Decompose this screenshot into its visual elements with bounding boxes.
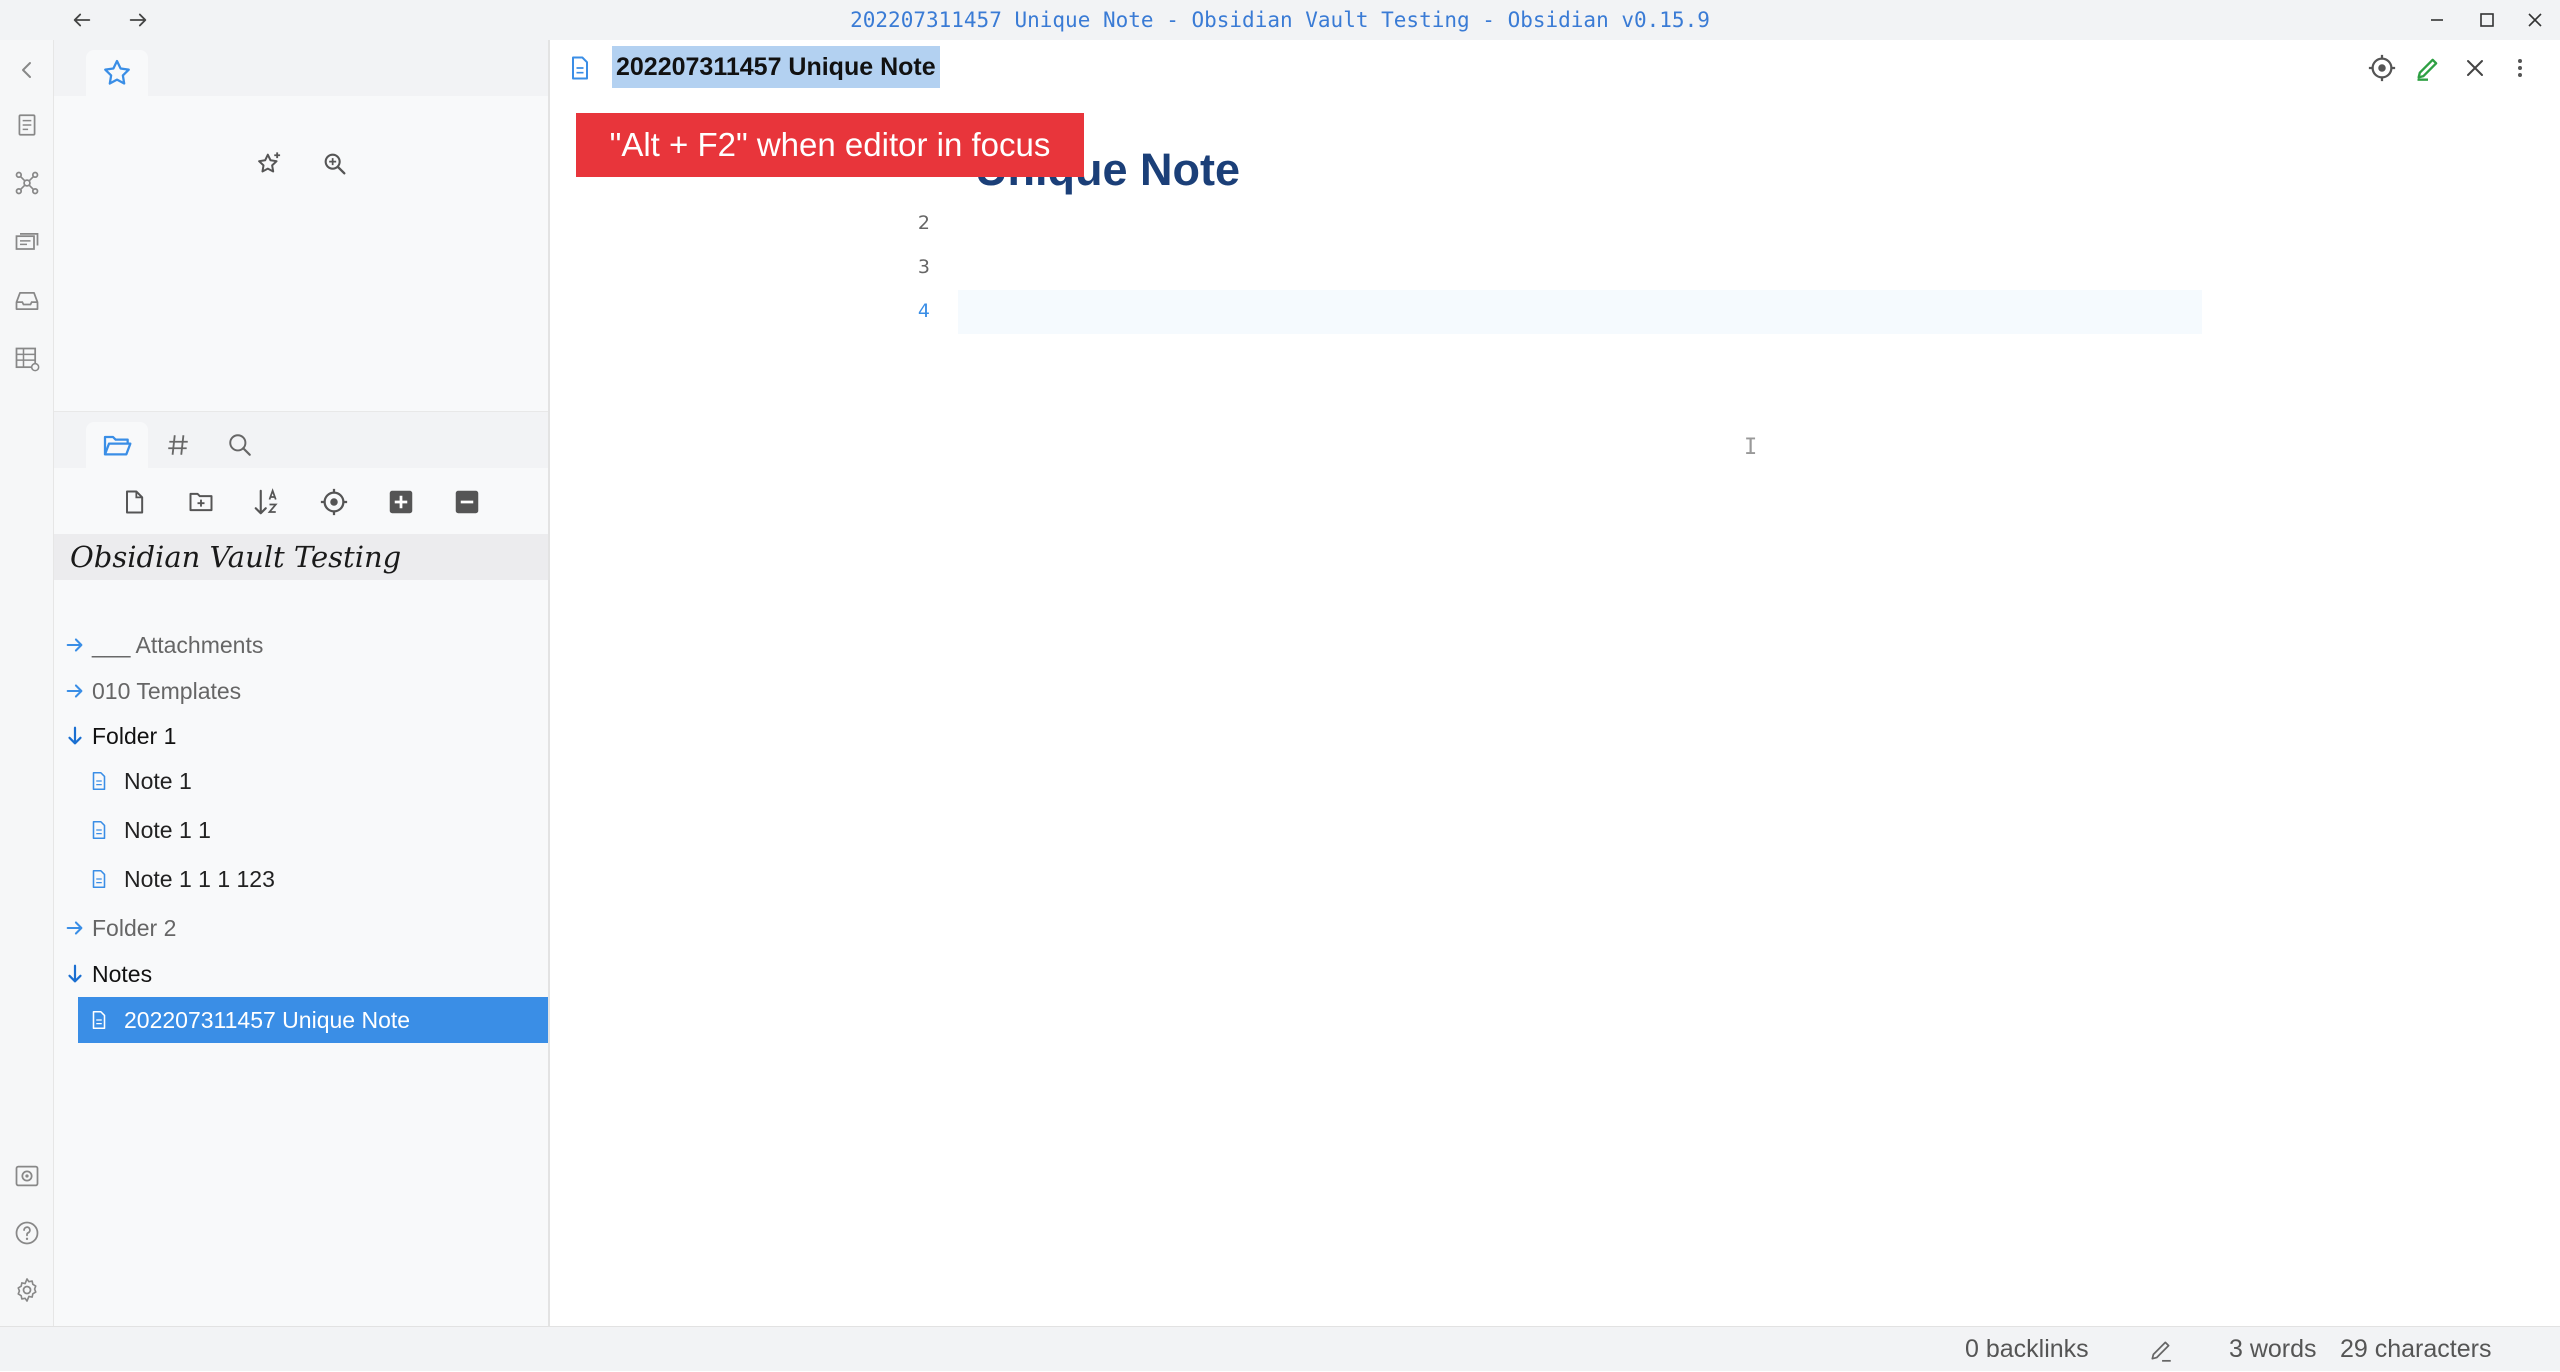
title-bar: 202207311457 Unique Note - Obsidian Vaul…: [0, 0, 2560, 40]
note-unique-note-active[interactable]: 202207311457 Unique Note: [78, 997, 549, 1043]
active-line-highlight[interactable]: [958, 290, 2202, 334]
folder-folder-2[interactable]: Folder 2: [54, 908, 550, 948]
folder-label: ___ Attachments: [92, 632, 264, 658]
folder-notes[interactable]: Notes: [54, 954, 550, 994]
new-note-icon[interactable]: [114, 482, 154, 522]
chevron-down-icon: [68, 964, 82, 983]
ribbon: [0, 40, 54, 1326]
file-icon: [92, 820, 106, 840]
top-tab-strip: [54, 40, 550, 96]
note-label: 202207311457 Unique Note: [124, 1007, 411, 1033]
graph-view-icon[interactable]: [9, 165, 45, 201]
folder-folder-1[interactable]: Folder 1: [54, 716, 550, 756]
note-note-1[interactable]: Note 1: [78, 761, 550, 801]
file-icon: [560, 48, 600, 88]
edit-mode-icon[interactable]: [2148, 1337, 2174, 1363]
folder-templates[interactable]: 010 Templates: [54, 671, 550, 711]
backlinks-count[interactable]: 0 backlinks: [1965, 1327, 2089, 1372]
chevron-right-icon: [66, 638, 83, 652]
note-title[interactable]: 202207311457 Unique Note: [612, 46, 940, 88]
edit-pencil-icon[interactable]: [2408, 48, 2448, 88]
character-count: 29 characters: [2340, 1335, 2492, 1363]
chevron-right-icon: [66, 684, 83, 698]
file-icon: [92, 869, 106, 889]
settings-icon[interactable]: [9, 1272, 45, 1308]
left-sidebar: Obsidian Vault Testing ___ Attachments 0…: [54, 40, 550, 1326]
starred-pane: [54, 96, 550, 412]
search-icon: [229, 434, 251, 456]
star-icon: [104, 59, 130, 85]
active-note-row: 202207311457 Unique Note: [78, 1000, 549, 1040]
note-label: Note 1: [124, 768, 192, 794]
folder-open-icon: [103, 435, 132, 456]
folder-label: Folder 2: [92, 915, 177, 941]
search-star-icon[interactable]: [315, 144, 355, 184]
tab-search[interactable]: [216, 422, 264, 468]
close-icon[interactable]: [2455, 48, 2495, 88]
bottom-tab-strip: [54, 412, 550, 468]
hash-icon: [168, 435, 188, 455]
folder-label: 010 Templates: [92, 678, 242, 704]
help-icon[interactable]: [9, 1215, 45, 1251]
daily-note-icon[interactable]: [9, 107, 45, 143]
window-close-icon[interactable]: [2512, 0, 2558, 40]
line-number-active: 4: [917, 300, 930, 322]
word-count: 3 words: [2229, 1335, 2317, 1363]
table-icon[interactable]: [9, 341, 45, 377]
maximize-icon[interactable]: [2464, 0, 2510, 40]
add-star-icon[interactable]: [249, 144, 289, 184]
new-folder-icon[interactable]: [181, 482, 221, 522]
note-label: Note 1 1 1 123: [124, 866, 275, 892]
note-note-1-1-1-123[interactable]: Note 1 1 1 123: [78, 859, 550, 899]
chevron-down-icon: [68, 726, 82, 745]
shortcut-tooltip: "Alt + F2" when editor in focus: [576, 113, 1084, 177]
more-options-icon[interactable]: [2500, 48, 2540, 88]
collapse-arrow-icon[interactable]: [9, 52, 45, 88]
folder-attachments[interactable]: ___ Attachments: [54, 625, 550, 665]
line-number: 3: [917, 256, 930, 278]
sort-icon[interactable]: [247, 482, 287, 522]
text-cursor-icon: I: [1744, 435, 1758, 460]
vault-icon[interactable]: [9, 1158, 45, 1194]
line-number: 2: [917, 212, 930, 234]
collapse-all-icon[interactable]: [447, 482, 487, 522]
status-bar: 0 backlinks 3 words 29 characters: [0, 1326, 2560, 1371]
archive-icon[interactable]: [9, 283, 45, 319]
chevron-right-icon: [66, 921, 83, 935]
slides-icon[interactable]: [9, 224, 45, 260]
window-title: 202207311457 Unique Note - Obsidian Vaul…: [850, 8, 1710, 32]
tab-tags[interactable]: [154, 422, 202, 468]
note-note-1-1[interactable]: Note 1 1: [78, 810, 550, 850]
folder-label: Notes: [92, 961, 153, 987]
tab-starred[interactable]: [86, 50, 148, 96]
tab-file-explorer[interactable]: [86, 422, 148, 468]
note-label: Note 1 1: [124, 817, 211, 843]
folder-label: Folder 1: [92, 723, 177, 749]
minimize-icon[interactable]: [2414, 0, 2460, 40]
editor-pane: 202207311457 Unique Note Unique Note "Al…: [550, 40, 2560, 1326]
expand-all-icon[interactable]: [381, 482, 421, 522]
vault-name[interactable]: Obsidian Vault Testing: [54, 534, 550, 580]
file-icon: [92, 1010, 106, 1030]
file-icon: [92, 771, 106, 791]
editor-header: 202207311457 Unique Note: [550, 40, 2560, 96]
locate-icon[interactable]: [2362, 48, 2402, 88]
reveal-file-icon[interactable]: [314, 482, 354, 522]
